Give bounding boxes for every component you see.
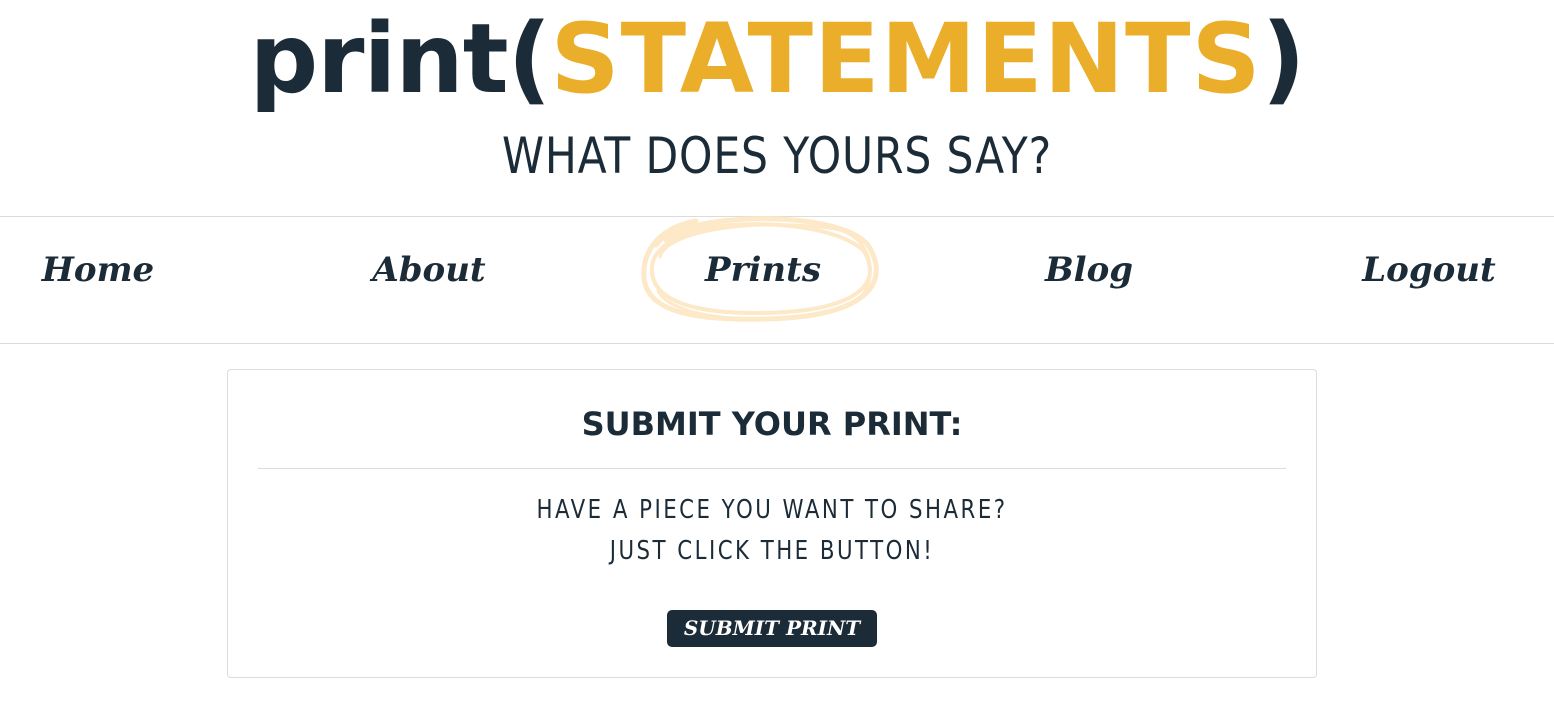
logo-prefix: print( [249,3,551,115]
nav-item-home[interactable]: Home [0,217,196,343]
nav-item-about[interactable]: About [331,217,527,343]
site-header: print(STATEMENTS) WHAT DOES YOURS SAY? [0,0,1554,216]
site-logo[interactable]: print(STATEMENTS) [0,4,1554,114]
submit-print-card: SUBMIT YOUR PRINT: HAVE A PIECE YOU WANT… [227,369,1317,678]
card-divider [258,468,1286,469]
card-text-line-2: JUST CLICK THE BUTTON! [609,536,935,566]
submit-print-button[interactable]: SUBMIT PRINT [667,610,877,647]
card-text-line-1: HAVE A PIECE YOU WANT TO SHARE? [536,495,1008,525]
site-tagline: WHAT DOES YOURS SAY? [501,127,1053,185]
nav-item-prints[interactable]: Prints [665,217,861,343]
nav-item-logout[interactable]: Logout [1331,217,1527,343]
main-navigation: Home About Prints Blog Logout [0,216,1554,344]
nav-item-blog[interactable]: Blog [991,217,1187,343]
logo-suffix: ) [1261,3,1306,115]
logo-highlight: STATEMENTS [550,3,1262,115]
card-title: SUBMIT YOUR PRINT: [581,405,963,443]
